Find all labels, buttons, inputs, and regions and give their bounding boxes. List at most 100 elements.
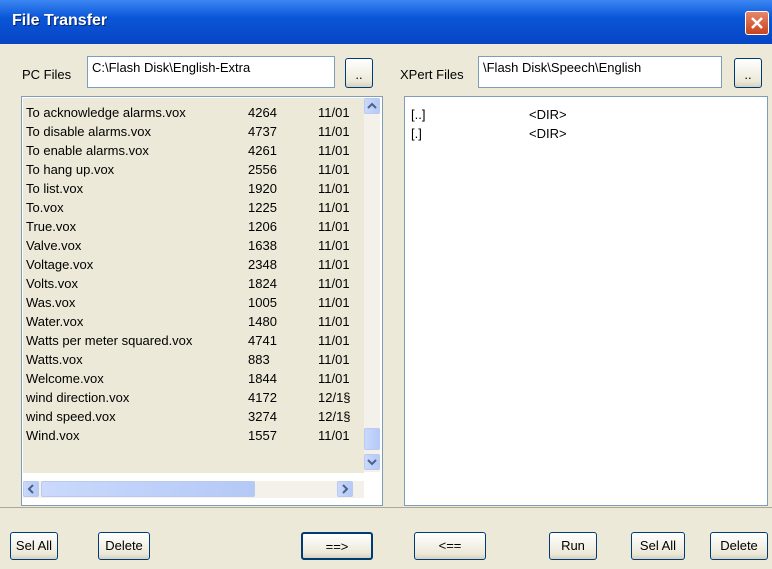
xpert-files-label: XPert Files — [400, 67, 464, 82]
pc-file-row[interactable]: wind speed.vox 3274 12/1§ — [22, 407, 363, 426]
pc-file-row[interactable]: Voltage.vox 2348 11/01 — [22, 255, 363, 274]
xpert-entry-name: [..] — [411, 107, 426, 122]
pc-file-size: 1225 — [248, 200, 277, 215]
pc-file-name: To acknowledge alarms.vox — [26, 105, 186, 120]
pc-file-name: To disable alarms.vox — [26, 124, 151, 139]
xpert-path-field[interactable]: \Flash Disk\Speech\English — [478, 56, 722, 88]
pc-file-date: 11/01 — [318, 143, 350, 158]
pc-file-date: 11/01 — [318, 219, 350, 234]
pc-file-name: wind speed.vox — [26, 409, 116, 424]
copy-to-xpert-button[interactable]: ==> — [301, 532, 373, 560]
pc-file-size: 3274 — [248, 409, 277, 424]
scroll-right-button[interactable] — [337, 481, 353, 497]
pc-file-row[interactable]: To list.vox 1920 11/01 — [22, 179, 363, 198]
pc-file-row[interactable]: True.vox 1206 11/01 — [22, 217, 363, 236]
vertical-scrollbar[interactable] — [364, 98, 380, 472]
pc-file-row[interactable]: To disable alarms.vox 4737 11/01 — [22, 122, 363, 141]
pc-file-date: 11/01 — [318, 333, 350, 348]
pc-file-name: Watts.vox — [26, 352, 83, 367]
pc-file-date: 12/1§ — [318, 390, 351, 405]
pc-file-name: To list.vox — [26, 181, 84, 196]
pc-file-size: 2348 — [248, 257, 277, 272]
pc-file-size: 1480 — [248, 314, 277, 329]
xpert-browse-button[interactable]: .. — [734, 58, 762, 88]
pc-path-field[interactable]: C:\Flash Disk\English-Extra — [87, 56, 335, 88]
pc-file-size: 4737 — [248, 124, 277, 139]
pc-file-date: 11/01 — [318, 428, 350, 443]
pc-file-date: 11/01 — [318, 238, 350, 253]
pc-file-date: 11/01 — [318, 257, 350, 272]
run-button[interactable]: Run — [549, 532, 597, 560]
select-all-xpert-button[interactable]: Sel All — [631, 532, 685, 560]
arrow-right-icon — [342, 484, 349, 494]
delete-xpert-button[interactable]: Delete — [710, 532, 768, 560]
pc-file-size: 883 — [248, 352, 270, 367]
xpert-file-row[interactable]: [.] <DIR> — [405, 124, 765, 143]
pc-file-date: 11/01 — [318, 105, 350, 120]
pc-file-size: 1638 — [248, 238, 277, 253]
pc-file-name: Water.vox — [26, 314, 84, 329]
pc-file-date: 11/01 — [318, 276, 350, 291]
pc-file-date: 11/01 — [318, 314, 350, 329]
scroll-thumb[interactable] — [364, 428, 380, 450]
xpert-file-list[interactable]: [..] <DIR> [.] <DIR> — [404, 96, 768, 506]
pc-file-date: 11/01 — [318, 162, 350, 177]
pc-file-date: 11/01 — [318, 295, 350, 310]
pc-file-row[interactable]: To hang up.vox 2556 11/01 — [22, 160, 363, 179]
pc-file-name: Wind.vox — [26, 428, 80, 443]
pc-file-date: 12/1§ — [318, 409, 351, 424]
pc-file-size: 1920 — [248, 181, 277, 196]
close-button[interactable] — [745, 11, 769, 35]
pc-file-name: wind direction.vox — [26, 390, 130, 405]
pc-file-date: 11/01 — [318, 200, 350, 215]
pc-file-row[interactable]: Valve.vox 1638 11/01 — [22, 236, 363, 255]
pc-file-row[interactable]: To.vox 1225 11/01 — [22, 198, 363, 217]
pc-file-size: 1824 — [248, 276, 277, 291]
xpert-file-row[interactable]: [..] <DIR> — [405, 105, 765, 124]
pc-file-size: 1005 — [248, 295, 277, 310]
pc-file-name: Welcome.vox — [26, 371, 104, 386]
xpert-entry-type: <DIR> — [529, 126, 567, 141]
pc-file-row[interactable]: Volts.vox 1824 11/01 — [22, 274, 363, 293]
pc-file-size: 4261 — [248, 143, 277, 158]
pc-file-name: Volts.vox — [26, 276, 79, 291]
arrow-up-icon — [367, 102, 377, 109]
horizontal-scrollbar[interactable] — [23, 481, 364, 498]
pc-file-row[interactable]: To acknowledge alarms.vox 4264 11/01 — [22, 103, 363, 122]
pc-file-row[interactable]: Watts per meter squared.vox 4741 11/01 — [22, 331, 363, 350]
pc-file-row[interactable]: Wind.vox 1557 11/01 — [22, 426, 363, 445]
pc-browse-button[interactable]: .. — [345, 58, 373, 88]
divider — [0, 507, 772, 508]
scroll-down-button[interactable] — [364, 454, 380, 470]
pc-files-label: PC Files — [22, 67, 72, 82]
select-all-pc-button[interactable]: Sel All — [10, 532, 58, 560]
window-title: File Transfer — [12, 12, 108, 29]
xpert-entry-type: <DIR> — [529, 107, 567, 122]
pc-file-date: 11/01 — [318, 352, 350, 367]
scroll-left-button[interactable] — [23, 481, 39, 497]
pc-file-list[interactable]: To acknowledge alarms.vox 4264 11/01 To dis… — [21, 96, 383, 506]
arrow-left-icon — [27, 484, 34, 494]
pc-file-size: 1557 — [248, 428, 277, 443]
scroll-up-button[interactable] — [364, 98, 380, 114]
pc-file-row[interactable]: Water.vox 1480 11/01 — [22, 312, 363, 331]
h-scroll-thumb[interactable] — [41, 481, 255, 497]
pc-file-name: True.vox — [26, 219, 77, 234]
copy-to-pc-button[interactable]: <== — [414, 532, 486, 560]
pc-file-row[interactable]: Welcome.vox 1844 11/01 — [22, 369, 363, 388]
pc-file-name: Watts per meter squared.vox — [26, 333, 193, 348]
pc-file-row[interactable]: To enable alarms.vox 4261 11/01 — [22, 141, 363, 160]
arrow-down-icon — [367, 459, 377, 466]
pc-file-size: 4741 — [248, 333, 277, 348]
pc-file-row[interactable]: wind direction.vox 4172 12/1§ — [22, 388, 363, 407]
pc-file-date: 11/01 — [318, 371, 350, 386]
pc-file-name: Was.vox — [26, 295, 76, 310]
pc-file-date: 11/01 — [318, 124, 350, 139]
delete-pc-button[interactable]: Delete — [98, 532, 150, 560]
pc-file-row[interactable]: Watts.vox 883 11/01 — [22, 350, 363, 369]
close-icon — [751, 17, 763, 29]
pc-file-row[interactable]: Was.vox 1005 11/01 — [22, 293, 363, 312]
pc-file-size: 1206 — [248, 219, 277, 234]
title-bar: File Transfer — [0, 0, 772, 44]
pc-file-date: 11/01 — [318, 181, 350, 196]
